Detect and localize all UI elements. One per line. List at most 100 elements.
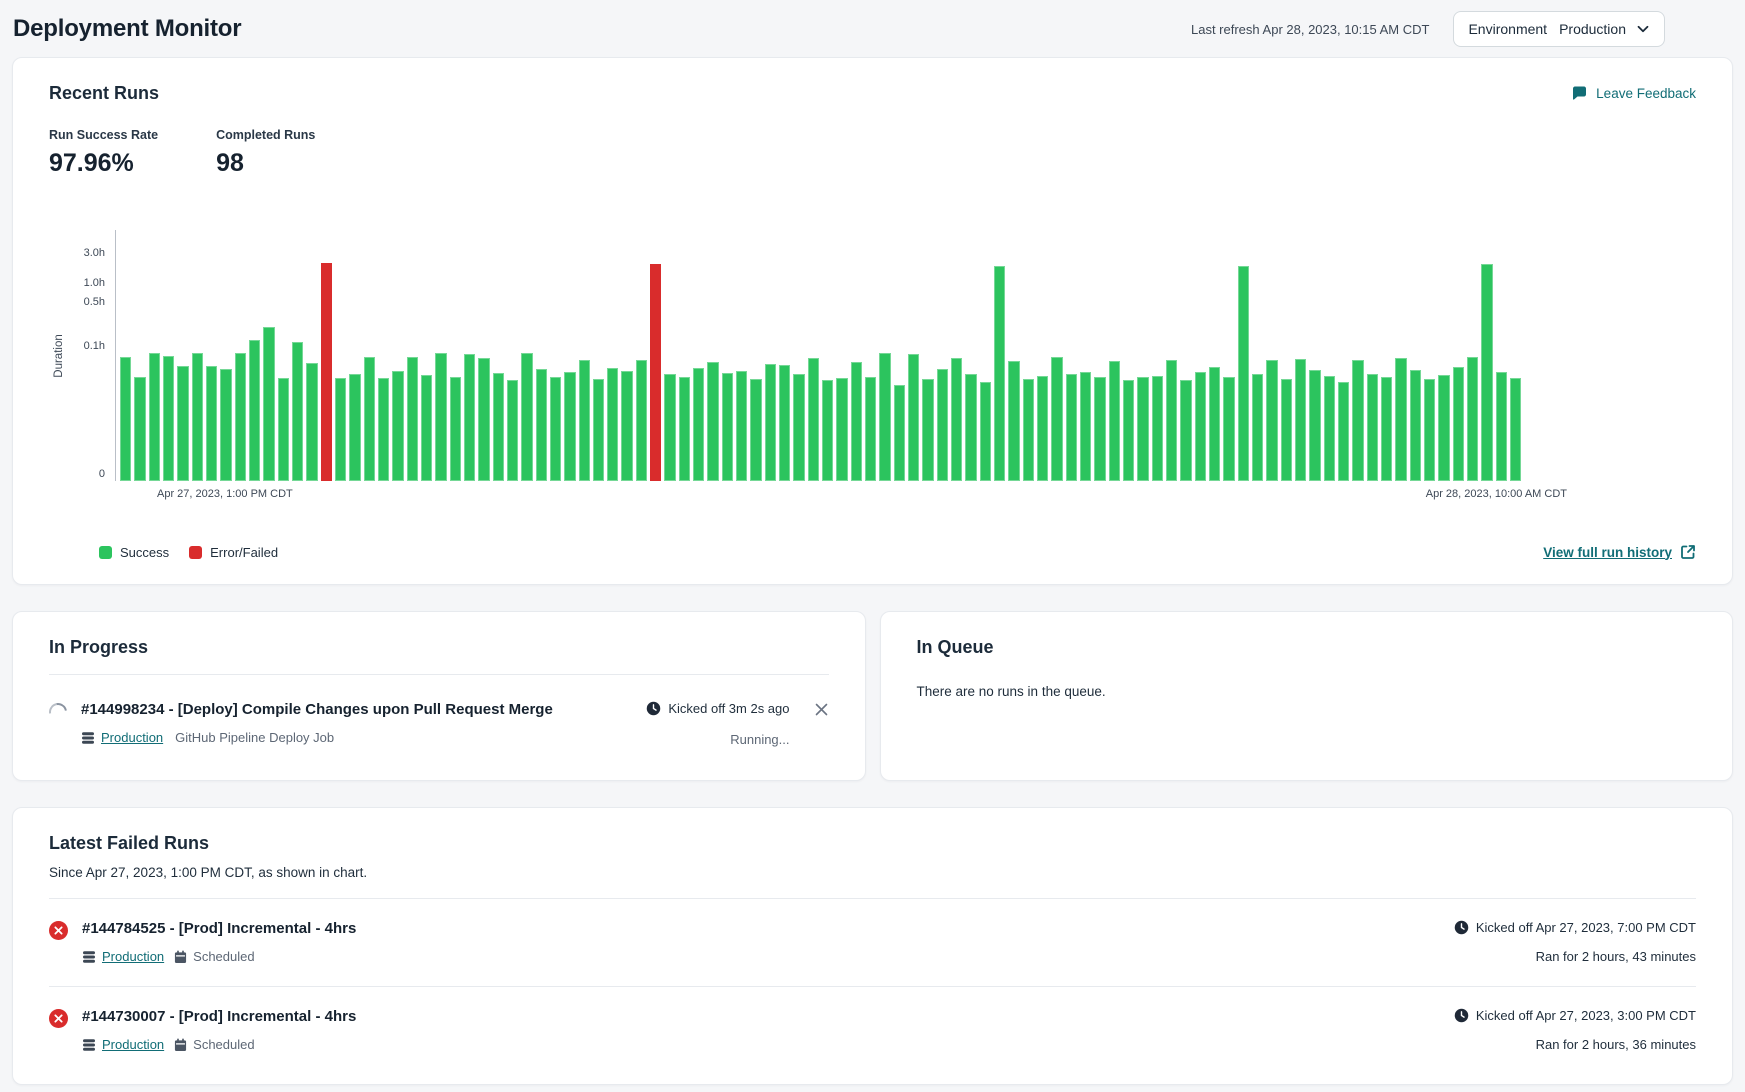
failed-status-icon xyxy=(49,1009,68,1028)
clock-icon xyxy=(1454,920,1469,935)
chart-bar-success xyxy=(965,374,976,481)
chart-bar-success xyxy=(1094,377,1105,481)
schedule-label: Scheduled xyxy=(193,949,254,964)
environment-dropdown-label: Environment xyxy=(1468,21,1547,37)
chart-bar-success xyxy=(693,368,704,481)
database-stack-icon xyxy=(82,950,96,964)
close-icon[interactable] xyxy=(814,702,829,717)
chart-bar-success xyxy=(507,380,518,481)
in-queue-title: In Queue xyxy=(917,637,1697,658)
y-axis-tick-label: 0.5h xyxy=(84,296,105,308)
success-swatch-icon xyxy=(99,546,112,559)
in-progress-title: In Progress xyxy=(49,637,829,658)
kicked-off-text: Kicked off 3m 2s ago xyxy=(668,701,789,716)
chart-bar-success xyxy=(435,353,446,481)
job-name: GitHub Pipeline Deploy Job xyxy=(175,730,334,745)
chart-bar-success xyxy=(593,379,604,481)
failed-status-icon xyxy=(49,921,68,940)
chart-bar-success xyxy=(836,378,847,481)
chart-bar-success xyxy=(736,371,747,481)
chart-bar-success xyxy=(493,373,504,481)
chart-bar-success xyxy=(793,374,804,481)
environment-production-link[interactable]: Production xyxy=(82,1037,164,1052)
chart-bar-success xyxy=(1166,360,1177,481)
chart-bar-success xyxy=(1008,361,1019,481)
stat-run-success-rate: Run Success Rate 97.96% xyxy=(49,128,158,178)
chart-bar-success xyxy=(120,357,131,481)
chart-bar-success xyxy=(1109,361,1120,481)
chart-bar-success xyxy=(1367,374,1378,481)
chart-bar-success xyxy=(220,369,231,481)
chart-bar-success xyxy=(1252,374,1263,481)
page-header: Deployment Monitor Last refresh Apr 28, … xyxy=(0,0,1745,57)
chart-bar-success xyxy=(1051,357,1062,481)
chart-bar-success xyxy=(1381,377,1392,481)
environment-production-link[interactable]: Production xyxy=(81,730,163,745)
recent-runs-card: Recent Runs Leave Feedback Run Success R… xyxy=(12,57,1733,585)
chart-bar-success xyxy=(1023,379,1034,481)
chart-bar-success xyxy=(1496,372,1507,481)
chart-bar-success xyxy=(134,377,145,481)
chart-bar-success xyxy=(879,353,890,481)
legend-label: Error/Failed xyxy=(210,545,278,560)
chart-bar-success xyxy=(1481,264,1492,481)
y-axis-tick-label: 0 xyxy=(99,468,105,480)
chart-bar-success xyxy=(464,354,475,481)
chart-legend: Success Error/Failed xyxy=(99,545,278,560)
chart-bar-success xyxy=(779,365,790,481)
chart-bar-success xyxy=(521,353,532,481)
in-progress-run-title: #144998234 - [Deploy] Compile Changes up… xyxy=(81,701,646,718)
clock-icon xyxy=(1454,1008,1469,1023)
failed-swatch-icon xyxy=(189,546,202,559)
chart-bar-success xyxy=(937,369,948,481)
chart-y-axis-title: Duration xyxy=(49,230,69,481)
chart-bar-success xyxy=(908,354,919,481)
chart-bar-success xyxy=(1324,376,1335,481)
chart-bar-success xyxy=(1410,370,1421,481)
chart-bar-success xyxy=(822,380,833,481)
chart-bar-success xyxy=(206,366,217,481)
queue-empty-message: There are no runs in the queue. xyxy=(917,684,1697,699)
chart-bar-success xyxy=(851,362,862,481)
chart-bar-success xyxy=(621,371,632,481)
in-queue-card: In Queue There are no runs in the queue. xyxy=(880,611,1734,781)
environment-dropdown-value: Production xyxy=(1559,21,1626,37)
chart-bar-success xyxy=(750,379,761,481)
leave-feedback-link[interactable]: Leave Feedback xyxy=(1571,85,1696,102)
chart-bar-failed xyxy=(321,263,332,481)
database-stack-icon xyxy=(81,731,95,745)
divider xyxy=(49,674,829,675)
environment-production-link[interactable]: Production xyxy=(82,949,164,964)
chart-bar-success xyxy=(1123,380,1134,481)
view-full-run-history-link[interactable]: View full run history xyxy=(1543,544,1696,560)
schedule-tag: Scheduled xyxy=(174,949,254,964)
chevron-down-icon xyxy=(1636,22,1650,36)
chart-bar-success xyxy=(994,266,1005,481)
in-progress-card: In Progress #144998234 - [Deploy] Compil… xyxy=(12,611,866,781)
chart-bar-success xyxy=(1037,376,1048,482)
chart-bar-success xyxy=(1152,376,1163,481)
chart-bar-success xyxy=(478,358,489,481)
stat-value: 97.96% xyxy=(49,149,158,178)
y-axis-tick-label: 1.0h xyxy=(84,277,105,289)
environment-link-label: Production xyxy=(102,949,164,964)
chart-x-labels: Apr 27, 2023, 1:00 PM CDT Apr 28, 2023, … xyxy=(157,488,1567,500)
legend-label: Success xyxy=(120,545,169,560)
chart-bar-success xyxy=(607,368,618,481)
chart-bar-success xyxy=(1281,379,1292,481)
chart-bar-success xyxy=(1438,375,1449,481)
chart-bar-success xyxy=(1338,382,1349,481)
environment-dropdown[interactable]: Environment Production xyxy=(1453,11,1665,47)
chart-bar-success xyxy=(1352,360,1363,481)
chart-bar-success xyxy=(292,342,303,481)
stat-completed-runs: Completed Runs 98 xyxy=(216,128,315,178)
feedback-bubble-icon xyxy=(1571,85,1588,102)
y-axis-tick-label: 3.0h xyxy=(84,247,105,259)
view-history-label: View full run history xyxy=(1543,545,1672,560)
chart-bar-success xyxy=(894,385,905,481)
schedule-label: Scheduled xyxy=(193,1037,254,1052)
latest-failed-subtitle: Since Apr 27, 2023, 1:00 PM CDT, as show… xyxy=(49,865,1696,880)
chart-plot xyxy=(115,230,1521,481)
latest-failed-runs-card: Latest Failed Runs Since Apr 27, 2023, 1… xyxy=(12,807,1733,1085)
chart-bar-success xyxy=(364,357,375,481)
